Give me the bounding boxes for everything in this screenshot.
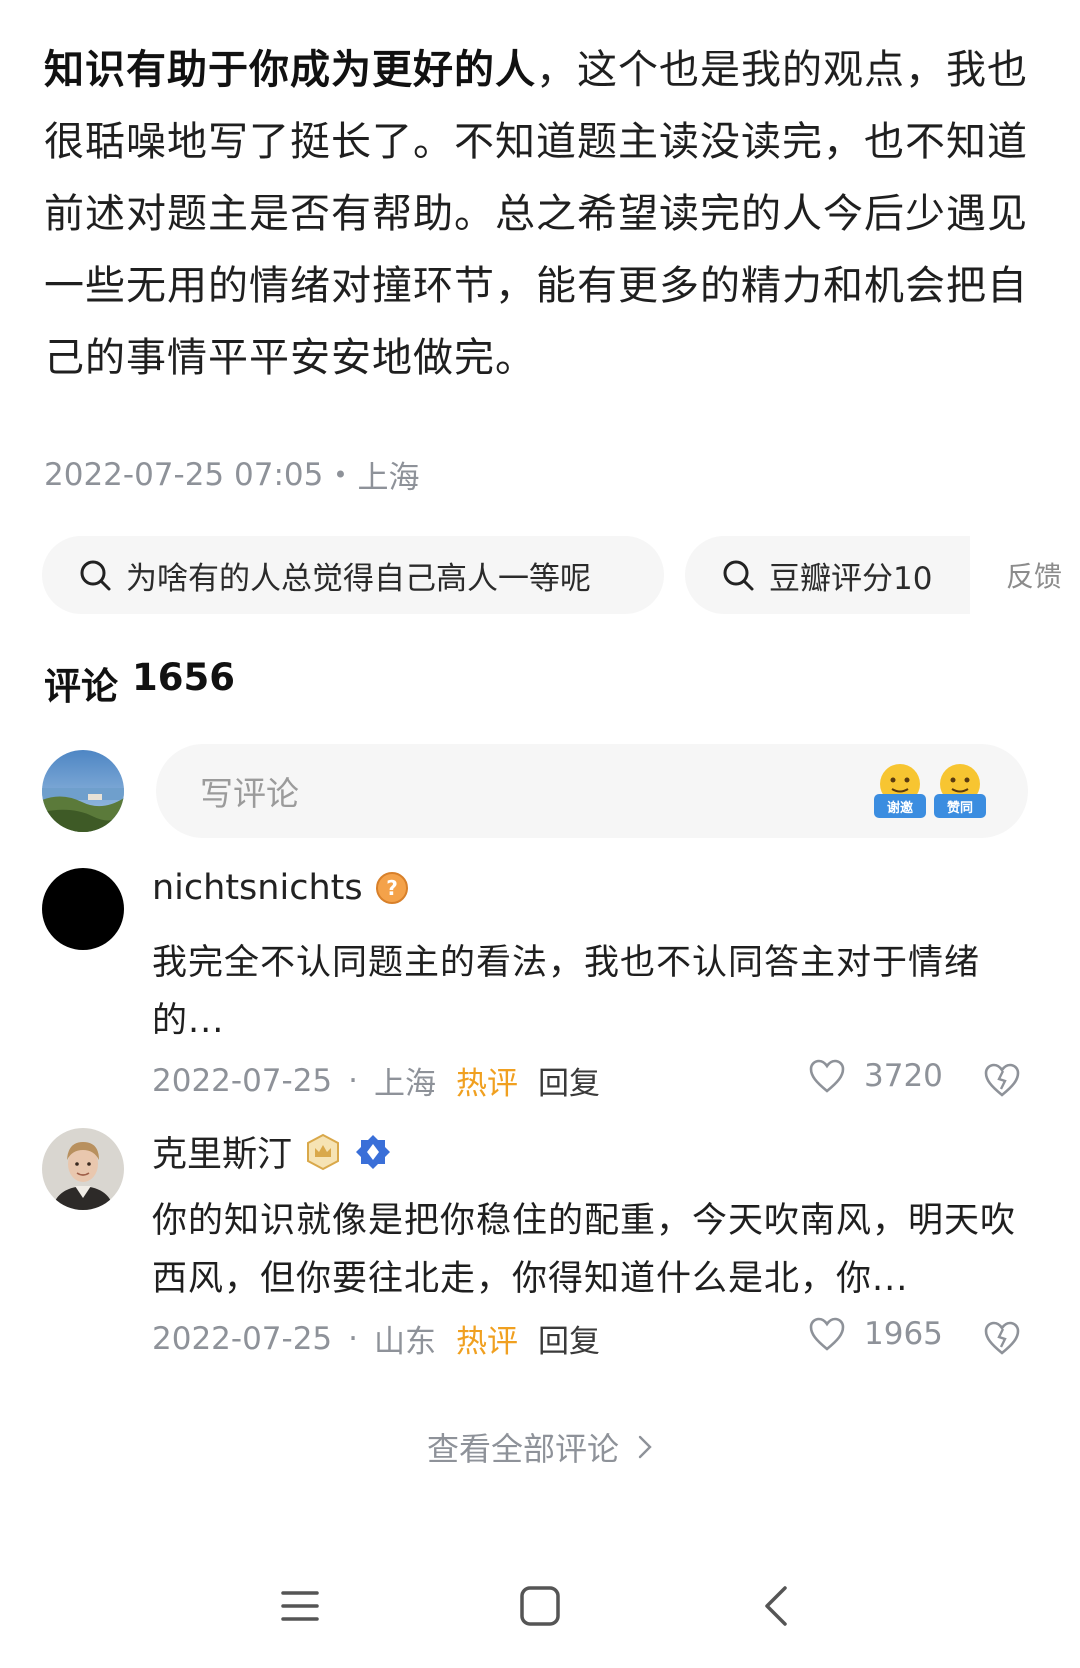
comment-author[interactable]: 克里斯汀: [152, 1126, 392, 1177]
comment-date: 2022-07-25: [152, 1062, 333, 1099]
emoji-thanks-button[interactable]: 谢邀: [874, 762, 926, 818]
page: 知识有助于你成为更好的人，这个也是我的观点，我也很聒噪地写了挺长了。不知道题主读…: [0, 0, 1080, 1668]
reply-button[interactable]: 回复: [538, 1058, 600, 1103]
feedback-button[interactable]: 反馈: [970, 536, 1080, 614]
comment-text[interactable]: 你的知识就像是把你稳住的配重，今天吹南风，明天吹西风，但你要往北走，你得知道什么…: [152, 1192, 1032, 1308]
chevron-right-icon: [638, 1435, 652, 1459]
back-button[interactable]: [746, 1576, 806, 1636]
like-count: 1965: [864, 1316, 943, 1352]
like-count: 3720: [864, 1058, 943, 1094]
separator-dot: ·: [348, 1062, 359, 1099]
comment-author-name: 克里斯汀: [152, 1135, 293, 1175]
emoji-agree-button[interactable]: 赞同: [934, 762, 986, 818]
svg-text:?: ?: [386, 876, 398, 900]
related-search-chips: 为啥有的人总觉得自己高人一等呢 豆瓣评分10 反馈: [42, 536, 1080, 614]
separator-dot: •: [333, 460, 348, 489]
answer-datetime: 2022-07-25 07:05: [44, 456, 324, 493]
back-chevron-icon: [765, 1586, 787, 1626]
crown-badge-icon: [307, 1133, 340, 1170]
answer-location: 上海: [357, 460, 420, 496]
search-icon: [80, 560, 111, 591]
comment-location: 上海: [374, 1066, 437, 1102]
search-chip-2-label: 豆瓣评分10: [769, 560, 933, 597]
avatar-landscape-image: [42, 750, 124, 832]
hot-comment-badge: 热评: [456, 1066, 519, 1102]
broken-heart-icon[interactable]: [982, 1060, 1022, 1100]
answer-bold-lead: 知识有助于你成为更好的人: [44, 47, 536, 93]
emoji-agree-tag: 赞同: [934, 794, 986, 818]
emoji-thanks-tag: 谢邀: [874, 794, 926, 818]
answer-meta: 2022-07-25 07:05 • 上海: [44, 452, 420, 497]
avatar[interactable]: [42, 750, 124, 832]
separator-dot: ·: [348, 1320, 359, 1357]
broken-heart-icon[interactable]: [982, 1318, 1022, 1358]
system-navigation-bar: [0, 1540, 1080, 1668]
reply-button[interactable]: 回复: [538, 1316, 600, 1361]
answer-body: ，这个也是我的观点，我也很聒噪地写了挺长了。不知道题主读没读完，也不知道前述对题…: [44, 47, 1028, 381]
comment-text[interactable]: 我完全不认同题主的看法，我也不认同答主对于情绪的...: [152, 934, 1032, 1050]
comment-meta: 2022-07-25 · 上海 热评 回复: [152, 1058, 600, 1103]
like-button[interactable]: 1965: [808, 1316, 943, 1352]
hot-comment-badge: 热评: [456, 1324, 519, 1360]
avatar-portrait-image: [42, 1128, 124, 1210]
comment-author-name: nichtsnichts: [152, 868, 363, 908]
search-chip-1-label: 为啥有的人总觉得自己高人一等呢: [126, 560, 591, 597]
menu-icon: [281, 1591, 319, 1621]
avatar[interactable]: [42, 1128, 124, 1210]
view-all-label: 查看全部评论: [426, 1430, 619, 1468]
comments-title: 评论: [44, 665, 118, 708]
menu-button[interactable]: [270, 1576, 330, 1636]
verified-badge-icon: [356, 1134, 391, 1169]
home-square-icon: [520, 1586, 560, 1626]
heart-icon: [809, 1059, 845, 1093]
search-chip-1[interactable]: 为啥有的人总觉得自己高人一等呢: [42, 536, 664, 614]
comments-count: 1656: [132, 656, 235, 699]
view-all-comments-link[interactable]: 查看全部评论: [0, 1424, 1080, 1470]
comment-location: 山东: [374, 1324, 437, 1360]
comment-date: 2022-07-25: [152, 1320, 333, 1357]
home-button[interactable]: [510, 1576, 570, 1636]
answer-text: 知识有助于你成为更好的人，这个也是我的观点，我也很聒噪地写了挺长了。不知道题主读…: [44, 34, 1044, 394]
heart-icon: [809, 1317, 845, 1351]
question-badge-icon: ?: [375, 872, 408, 904]
comments-header: 评论 1656: [44, 656, 235, 710]
comment-meta: 2022-07-25 · 山东 热评 回复: [152, 1316, 600, 1361]
avatar[interactable]: [42, 868, 124, 950]
like-button[interactable]: 3720: [808, 1058, 943, 1094]
search-icon: [723, 560, 754, 591]
comment-author[interactable]: nichtsnichts ?: [152, 868, 409, 908]
